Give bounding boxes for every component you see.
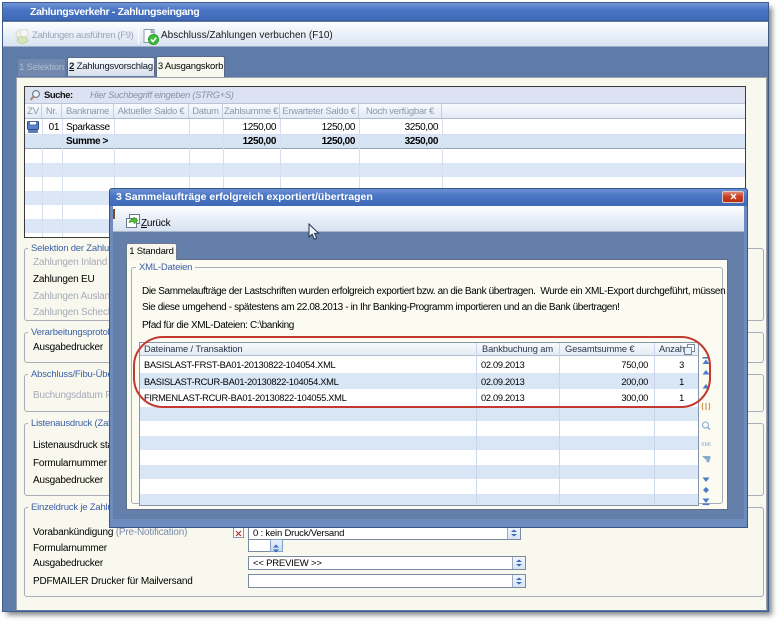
svg-text:XML: XML [701,442,711,448]
